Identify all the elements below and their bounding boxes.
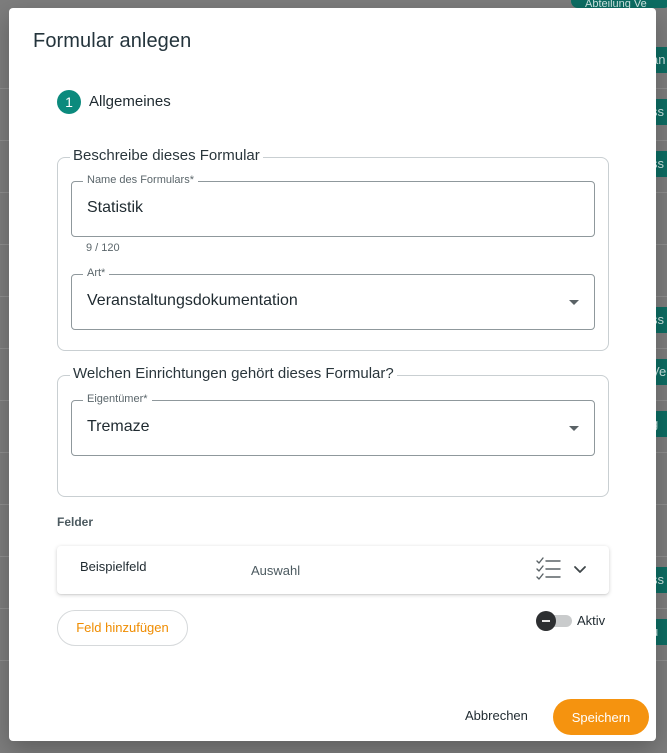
- checklist-icon: [536, 557, 561, 580]
- form-type-select[interactable]: Art* Veranstaltungsdokumentation: [71, 267, 595, 330]
- toggle-knob: [536, 611, 556, 631]
- owner-section-legend: Welchen Einrichtungen gehört dieses Form…: [70, 365, 397, 382]
- form-name-input[interactable]: Statistik: [87, 199, 143, 217]
- step-number-badge: 1: [57, 90, 81, 114]
- cancel-button[interactable]: Abbrechen: [465, 708, 528, 723]
- describe-form-section: Beschreibe dieses Formular Name des Form…: [57, 147, 609, 351]
- dropdown-arrow-icon: [569, 426, 579, 431]
- create-form-dialog: Formular anlegen 1 Allgemeines Beschreib…: [9, 8, 656, 741]
- add-field-button[interactable]: Feld hinzufügen: [57, 610, 188, 646]
- chevron-down-icon[interactable]: [573, 564, 587, 576]
- describe-section-legend: Beschreibe dieses Formular: [70, 147, 263, 164]
- owner-value: Tremaze: [87, 418, 150, 435]
- form-type-label: Art*: [83, 267, 110, 279]
- field-item-name: Beispielfeld: [80, 559, 147, 574]
- dialog-title: Formular anlegen: [33, 30, 192, 52]
- form-name-label: Name des Formulars*: [83, 174, 198, 186]
- save-button[interactable]: Speichern: [553, 699, 649, 735]
- form-name-field[interactable]: Name des Formulars* Statistik: [71, 174, 595, 237]
- form-name-counter: 9 / 120: [86, 242, 120, 254]
- background-top-pill: Abteilung Ve: [571, 0, 667, 8]
- fields-heading: Felder: [57, 515, 94, 529]
- dropdown-arrow-icon: [569, 300, 579, 305]
- field-item-type: Auswahl: [251, 563, 301, 578]
- step-label: Allgemeines: [89, 93, 171, 110]
- owner-select[interactable]: Eigentümer* Tremaze: [71, 393, 595, 456]
- owner-section: Welchen Einrichtungen gehört dieses Form…: [57, 365, 609, 497]
- owner-label: Eigentümer*: [83, 393, 152, 405]
- field-item[interactable]: Beispielfeld Auswahl: [57, 546, 609, 594]
- active-toggle-label: Aktiv: [577, 613, 606, 628]
- active-toggle[interactable]: [536, 611, 572, 631]
- form-type-value: Veranstaltungsdokumentation: [87, 292, 298, 309]
